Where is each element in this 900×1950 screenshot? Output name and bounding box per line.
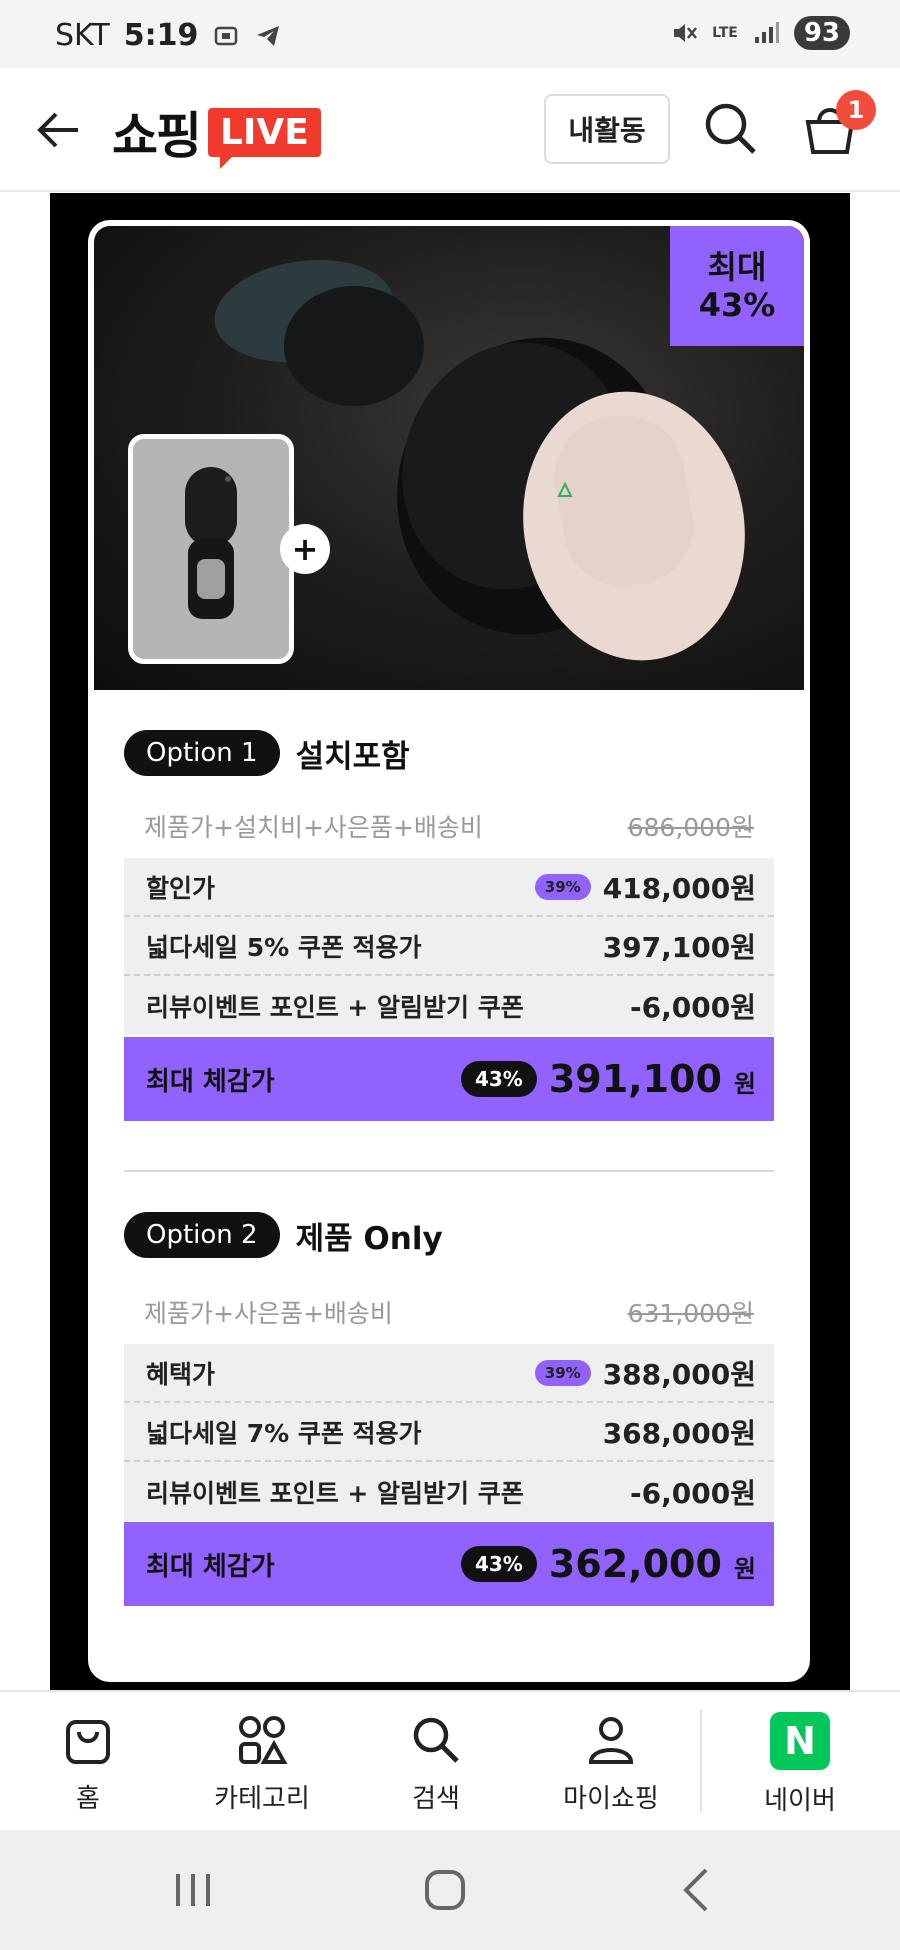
row-label: 할인가 [146, 873, 216, 903]
final-percent-badge: 43% [460, 1061, 537, 1097]
row-value: 368,000원 [602, 1416, 756, 1450]
final-price: 362,000 [548, 1542, 722, 1586]
mount-illustration [185, 467, 237, 619]
nav-naver-label: 네이버 [764, 1786, 836, 1816]
home-bag-icon [66, 1720, 110, 1764]
option-1-final-price-row: 최대 체감가 43% 391,100 원 [124, 1037, 774, 1121]
final-price: 391,100 [548, 1057, 722, 1101]
option-2-original-label: 제품가+사은품+배송비 [144, 1299, 393, 1328]
status-left: SKT 5:19 [55, 18, 282, 53]
option-2-title: 제품 Only [295, 1220, 443, 1257]
nav-home[interactable]: 홈 [18, 1712, 158, 1815]
option-1-original-label: 제품가+설치비+사은품+배송비 [144, 813, 483, 842]
signal-icon [754, 22, 779, 43]
nav-search-label: 검색 [412, 1784, 460, 1814]
row-label: 리뷰이벤트 포인트 + 알림받기 쿠폰 [146, 1478, 524, 1508]
currency-unit: 원 [733, 1555, 756, 1583]
max-discount-badge: 최대 43% [670, 226, 804, 346]
option-2-benefit-row: 혜택가 39% 388,000원 [124, 1344, 774, 1403]
nav-search[interactable]: 검색 [366, 1712, 506, 1815]
row-value: 418,000원 [602, 871, 756, 905]
logo-live-tag: LIVE [208, 107, 321, 169]
installation-kit-thumbnail [128, 434, 294, 664]
naver-icon: N [770, 1712, 830, 1770]
option-2-final-price-row: 최대 체감가 43% 362,000 원 [124, 1522, 774, 1606]
final-price-label: 최대 체감가 [146, 1066, 275, 1097]
row-value: 388,000원 [602, 1357, 756, 1391]
option-1-coupon-row: 넓다세일 5% 쿠폰 적용가 397,100원 [124, 917, 774, 976]
discount-percent-badge: 39% [534, 873, 591, 900]
option-divider [124, 1170, 774, 1172]
status-right: LTE 93 [670, 16, 850, 50]
discount-percent-badge: 39% [534, 1359, 591, 1386]
row-label: 넓다세일 7% 쿠폰 적용가 [146, 1418, 422, 1448]
option-2-pill: Option 2 [124, 1212, 280, 1258]
nav-myshopping-label: 마이쇼핑 [563, 1784, 659, 1814]
option-1-header: Option 1 설치포함 [124, 730, 410, 776]
product-hero-image: 최대 43% + [94, 226, 804, 690]
option-2-header: Option 2 제품 Only [124, 1212, 443, 1258]
person-icon [588, 1717, 634, 1764]
final-price-label: 최대 체감가 [146, 1551, 275, 1582]
option-1-original-price: 686,000원 [627, 813, 754, 842]
nav-category[interactable]: 카테고리 [192, 1712, 332, 1815]
promo-card: 최대 43% + Option 1 설치포함 제품가+설치비+사은품+배송비 6… [88, 220, 810, 1682]
option-2-original-row: 제품가+사은품+배송비 631,000원 [124, 1284, 774, 1340]
final-percent-badge: 43% [460, 1546, 537, 1582]
clock: 5:19 [123, 18, 199, 53]
nav-home-label: 홈 [76, 1784, 100, 1814]
row-value: -6,000원 [630, 990, 756, 1024]
option-2-original-price: 631,000원 [627, 1299, 754, 1328]
back-icon[interactable] [664, 1860, 734, 1920]
option-2-coupon-row: 넓다세일 7% 쿠폰 적용가 368,000원 [124, 1403, 774, 1462]
carrier-label: SKT [55, 18, 110, 53]
option-1-review-row: 리뷰이벤트 포인트 + 알림받기 쿠폰 -6,000원 [124, 976, 774, 1035]
logo-text: 쇼핑 [112, 107, 202, 165]
option-1-original-row: 제품가+설치비+사은품+배송비 686,000원 [124, 798, 774, 854]
mute-icon [674, 24, 698, 42]
category-icon [239, 1716, 288, 1764]
cart-count-badge: 1 [836, 90, 876, 130]
row-value: 397,100원 [602, 930, 756, 964]
my-activity-button[interactable]: 내활동 [544, 94, 670, 164]
max-badge-line2: 43% [698, 286, 776, 324]
row-label: 리뷰이벤트 포인트 + 알림받기 쿠폰 [146, 992, 524, 1022]
status-bar: SKT 5:19 LTE 93 [0, 0, 900, 68]
bottom-navigation: 홈 카테고리 검색 마이쇼핑 N 네이버 [0, 1690, 900, 1830]
search-icon[interactable] [700, 98, 762, 160]
nav-category-label: 카테고리 [214, 1784, 310, 1814]
shopping-live-logo[interactable]: 쇼핑 LIVE [112, 96, 321, 169]
home-circle-icon[interactable] [410, 1860, 480, 1920]
row-label: 넓다세일 5% 쿠폰 적용가 [146, 932, 422, 962]
option-2-price-breakdown: 혜택가 39% 388,000원 넓다세일 7% 쿠폰 적용가 368,000원… [124, 1344, 774, 1521]
app-header: 쇼핑 LIVE 내활동 1 [0, 68, 900, 192]
option-2-review-row: 리뷰이벤트 포인트 + 알림받기 쿠폰 -6,000원 [124, 1462, 774, 1521]
network-label: LTE [712, 25, 738, 41]
option-1-discount-row: 할인가 39% 418,000원 [124, 858, 774, 917]
row-label: 혜택가 [146, 1359, 216, 1389]
max-badge-line1: 최대 [707, 248, 767, 286]
screenshot-icon [215, 26, 238, 45]
nav-myshopping[interactable]: 마이쇼핑 [541, 1712, 681, 1815]
option-1-pill: Option 1 [124, 730, 280, 776]
nav-naver[interactable]: N 네이버 [730, 1712, 870, 1817]
row-value: -6,000원 [630, 1476, 756, 1510]
back-arrow-icon[interactable] [30, 100, 90, 160]
option-1-price-breakdown: 할인가 39% 418,000원 넓다세일 5% 쿠폰 적용가 397,100원… [124, 858, 774, 1035]
currency-unit: 원 [733, 1070, 756, 1098]
battery-indicator: 93 [793, 16, 850, 50]
telegram-icon [257, 25, 280, 46]
recent-apps-icon[interactable] [158, 1860, 228, 1920]
search-nav-icon [413, 1717, 459, 1763]
system-navigation-bar [0, 1830, 900, 1950]
nav-separator [700, 1710, 702, 1812]
option-1-title: 설치포함 [295, 738, 410, 775]
plus-icon: + [280, 524, 330, 574]
